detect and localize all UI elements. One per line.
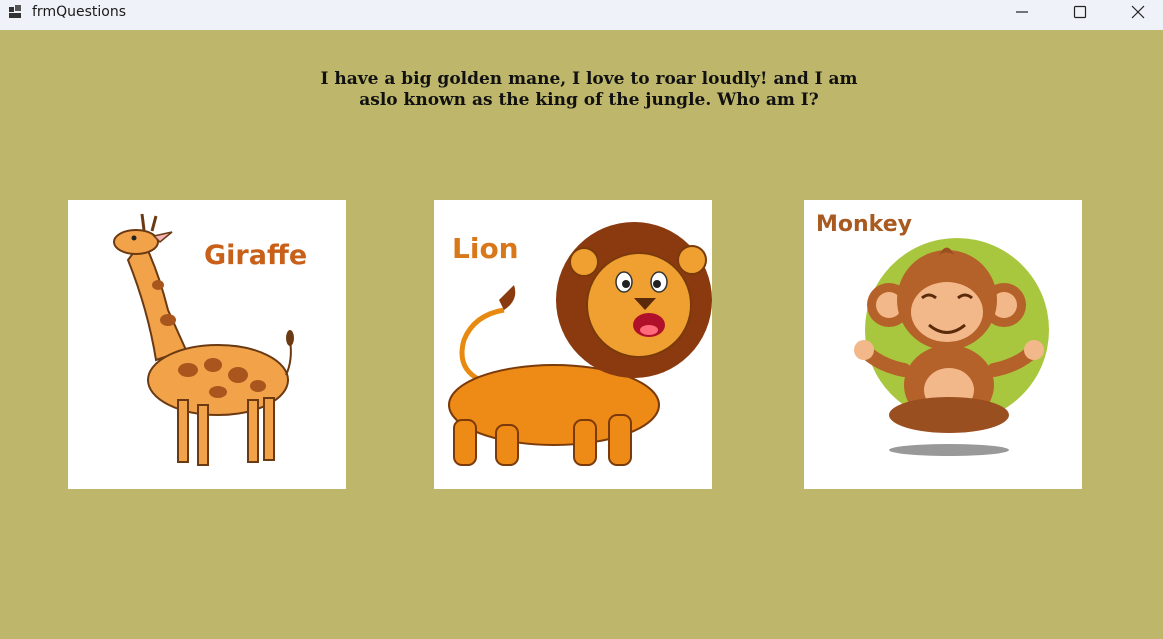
window-title: frmQuestions (32, 4, 126, 20)
answer-card-giraffe[interactable]: Giraffe (68, 200, 346, 489)
minimize-icon (1016, 11, 1028, 13)
lion-label: Lion (452, 232, 519, 265)
close-icon (1131, 5, 1145, 19)
minimize-button[interactable] (993, 0, 1051, 24)
monkey-label: Monkey (816, 212, 912, 237)
close-button[interactable] (1109, 0, 1163, 24)
answer-card-lion[interactable]: Lion (434, 200, 712, 489)
maximize-icon (1073, 5, 1087, 19)
answer-card-monkey[interactable]: Monkey (804, 200, 1082, 489)
form-client-area: I have a big golden mane, I love to roar… (0, 30, 1163, 639)
app-icon (9, 5, 21, 18)
question-text: I have a big golden mane, I love to roar… (320, 69, 858, 110)
maximize-button[interactable] (1051, 0, 1109, 24)
title-bar: frmQuestions (0, 0, 1163, 30)
giraffe-label: Giraffe (204, 240, 308, 271)
monkey-image (854, 238, 1049, 456)
